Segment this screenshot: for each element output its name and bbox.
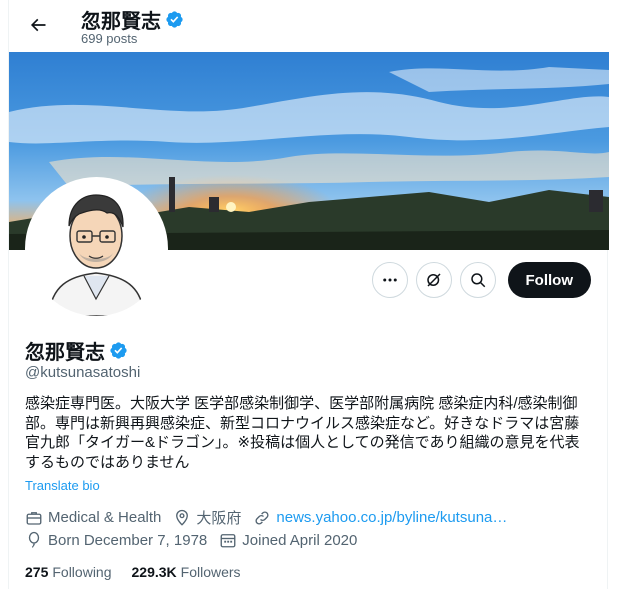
location-label: 大阪府 bbox=[196, 510, 242, 527]
category-label: Medical & Health bbox=[48, 509, 162, 526]
profile-meta-row-2: Born December 7, 1978 Joined April 2020 bbox=[25, 531, 369, 549]
search-button[interactable] bbox=[459, 262, 496, 298]
location-item: 大阪府 bbox=[173, 507, 241, 528]
born-item: Born December 7, 1978 bbox=[25, 531, 207, 549]
following-link[interactable]: 275 Following bbox=[25, 564, 112, 580]
top-bar: 忽那賢志 699 posts bbox=[9, 0, 609, 52]
profile-name: 忽那賢志 bbox=[25, 342, 105, 364]
bio-line: するものではありません bbox=[25, 453, 190, 471]
follow-stats: 275 Following 229.3K Followers bbox=[25, 564, 241, 580]
profile-avatar[interactable] bbox=[25, 177, 168, 320]
search-icon bbox=[470, 273, 485, 288]
followers-count: 229.3K bbox=[131, 564, 177, 580]
location-icon bbox=[176, 509, 189, 526]
verified-badge-icon bbox=[166, 11, 183, 28]
more-icon bbox=[382, 278, 397, 282]
followers-link[interactable]: 229.3K Followers bbox=[132, 564, 241, 580]
profile-name-row: 忽那賢志 bbox=[25, 336, 128, 365]
grok-button[interactable] bbox=[415, 262, 452, 298]
bio-line: 感染症専門医。大阪大学 医学部感染制御学、医学部附属病院 感染症内科/感染制御 bbox=[25, 395, 578, 412]
arrow-left-icon bbox=[30, 18, 46, 32]
bio-line: 官九郎「タイガー&ドラゴン」。※投稿は個人としての発信であり組織の意見を代表 bbox=[25, 434, 580, 451]
profile-actions: Follow bbox=[371, 262, 591, 298]
calendar-icon bbox=[220, 534, 236, 548]
post-count: 699 posts bbox=[81, 31, 138, 46]
profile-meta-row-1: Medical & Health 大阪府 news.yahoo.co.jp/by… bbox=[25, 507, 519, 528]
joined-label: Joined April 2020 bbox=[242, 531, 358, 549]
more-button[interactable] bbox=[371, 262, 408, 298]
joined-item: Joined April 2020 bbox=[219, 531, 357, 549]
follow-button[interactable]: Follow bbox=[507, 262, 591, 298]
profile-page: 忽那賢志 699 posts Follow 忽那賢志 @kutsunasatos… bbox=[8, 0, 609, 589]
back-button[interactable] bbox=[21, 8, 55, 42]
born-label: Born December 7, 1978 bbox=[48, 531, 208, 549]
followers-label: Followers bbox=[180, 564, 241, 580]
grok-icon bbox=[426, 273, 441, 287]
profile-handle: @kutsunasatoshi bbox=[25, 364, 141, 381]
link-icon bbox=[255, 510, 269, 525]
following-label: Following bbox=[52, 564, 112, 580]
header-name: 忽那賢志 bbox=[81, 11, 161, 33]
website-item[interactable]: news.yahoo.co.jp/byline/kutsuna… bbox=[253, 509, 507, 527]
balloon-icon bbox=[28, 531, 40, 548]
translate-bio-link[interactable]: Translate bio bbox=[25, 478, 100, 493]
website-link[interactable]: news.yahoo.co.jp/byline/kutsuna… bbox=[276, 509, 507, 526]
verified-badge-icon[interactable] bbox=[109, 341, 128, 360]
profile-bio: 感染症専門医。大阪大学 医学部感染制御学、医学部附属病院 感染症内科/感染制御 … bbox=[25, 394, 595, 472]
following-count: 275 bbox=[25, 564, 49, 580]
header-title: 忽那賢志 bbox=[81, 5, 184, 34]
avatar-image bbox=[29, 181, 164, 316]
briefcase-icon bbox=[26, 511, 42, 525]
bio-line: 部。専門は新興再興感染症、新型コロナウイルス感染症など。好きなドラマは宮藤 bbox=[25, 414, 580, 432]
category-item: Medical & Health bbox=[25, 509, 161, 527]
